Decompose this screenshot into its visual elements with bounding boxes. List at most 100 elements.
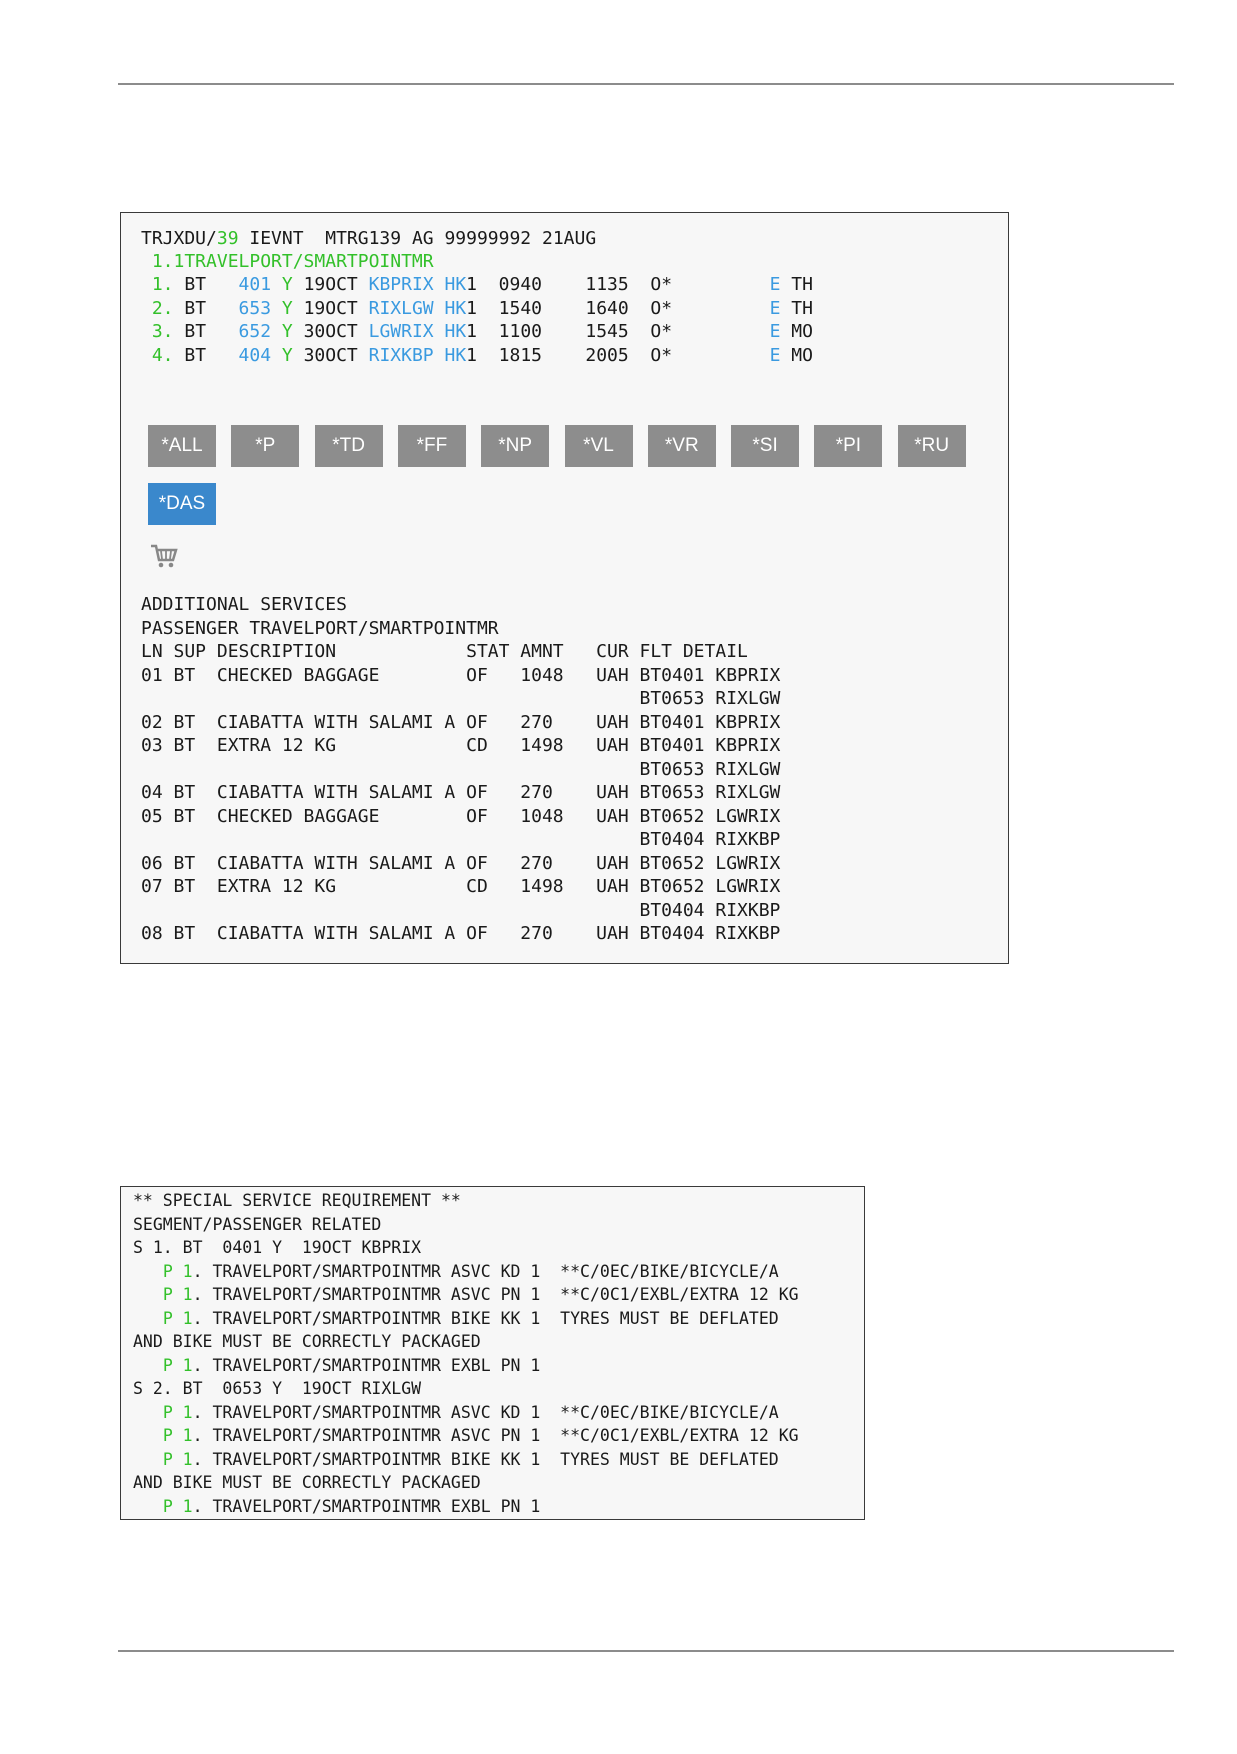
services-line: 01 BT CHECKED BAGGAGE OF 1048 UAH BT0401…: [141, 664, 781, 686]
command-button-all[interactable]: *ALL: [148, 425, 216, 467]
shopping-cart-icon[interactable]: [149, 541, 179, 571]
command-button-ru[interactable]: *RU: [897, 425, 966, 467]
segment-times: 0940 1135 O*: [477, 274, 673, 295]
segment-flight: 653: [227, 297, 272, 319]
segment-carrier: BT: [173, 344, 228, 366]
segment-status: HK: [433, 344, 467, 366]
command-button-ff[interactable]: *FF: [397, 425, 466, 467]
segment-row: 1. BT 401 Y 19OCT KBPRIX HK1 0940 1135 O…: [141, 273, 813, 296]
command-button-pi[interactable]: *PI: [814, 425, 883, 467]
ssr-passenger-ref: P 1: [162, 1355, 193, 1375]
segment-quantity: 1: [466, 321, 477, 342]
ssr-line: P 1. TRAVELPORT/SMARTPOINTMR ASVC PN 1 *…: [133, 1283, 799, 1306]
segment-class: Y: [271, 321, 293, 342]
pnr-header-rest: IEVNT MTRG139 AG 99999992 21AUG: [238, 228, 597, 249]
segment-route: RIXLGW: [357, 297, 434, 319]
ssr-line: AND BIKE MUST BE CORRECTLY PACKAGED: [133, 1471, 481, 1494]
segment-day: MO: [780, 344, 813, 366]
ssr-text: S 1. BT 0401 Y 19OCT KBPRIX: [133, 1238, 422, 1257]
top-divider: [118, 83, 1174, 85]
segment-day: MO: [780, 321, 813, 342]
segment-row: 2. BT 653 Y 19OCT RIXLGW HK1 1540 1640 O…: [141, 297, 813, 320]
segment-flight: 404: [227, 344, 272, 366]
ssr-line: P 1. TRAVELPORT/SMARTPOINTMR EXBL PN 1: [133, 1495, 541, 1518]
segment-route: KBPRIX: [357, 274, 434, 295]
ssr-line: P 1. TRAVELPORT/SMARTPOINTMR EXBL PN 1: [133, 1354, 541, 1377]
services-line: BT0404 RIXKBP: [141, 829, 781, 850]
segment-e-ticket: E: [672, 321, 781, 342]
segment-date: 19OCT: [292, 274, 358, 295]
ssr-indent: [133, 1285, 163, 1304]
services-line: LN SUP DESCRIPTION STAT AMNT CUR FLT DET…: [141, 641, 748, 662]
bottom-divider: [118, 1650, 1174, 1652]
ssr-indent: [133, 1450, 163, 1469]
segment-e-ticket: E: [672, 344, 781, 366]
command-button-vl[interactable]: *VL: [564, 425, 633, 467]
segment-number: 1.: [141, 274, 174, 295]
services-line: BT0653 RIXLGW: [141, 758, 781, 780]
segment-times: 1815 2005 O*: [477, 344, 673, 366]
ssr-text: . TRAVELPORT/SMARTPOINTMR BIKE KK 1 TYRE…: [192, 1449, 779, 1469]
command-button-si[interactable]: *SI: [731, 425, 800, 467]
segment-e-ticket: E: [672, 274, 781, 295]
ssr-text: SEGMENT/PASSENGER RELATED: [133, 1214, 382, 1234]
segment-number: 3.: [141, 321, 174, 342]
segment-times: 1540 1640 O*: [477, 297, 673, 319]
ssr-terminal-window: ** SPECIAL SERVICE REQUIREMENT ** SEGMENT…: [120, 1186, 865, 1520]
services-line: 05 BT CHECKED BAGGAGE OF 1048 UAH BT0652…: [141, 805, 781, 827]
command-button-np[interactable]: *NP: [481, 425, 550, 467]
ssr-line: P 1. TRAVELPORT/SMARTPOINTMR ASVC KD 1 *…: [133, 1260, 779, 1283]
segment-status: HK: [433, 297, 467, 319]
segment-times: 1100 1545 O*: [477, 321, 673, 342]
services-line: PASSENGER TRAVELPORT/SMARTPOINTMR: [141, 617, 499, 639]
services-line: 07 BT EXTRA 12 KG CD 1498 UAH BT0652 LGW…: [141, 876, 781, 897]
segment-row: 3. BT 652 Y 30OCT LGWRIX HK1 1100 1545 O…: [141, 320, 813, 343]
ssr-line: P 1. TRAVELPORT/SMARTPOINTMR BIKE KK 1 T…: [133, 1307, 779, 1330]
ssr-indent: [133, 1262, 163, 1281]
segment-route: LGWRIX: [357, 321, 434, 342]
command-button-td[interactable]: *TD: [314, 425, 383, 467]
ssr-passenger-ref: P 1: [162, 1261, 193, 1281]
ssr-text: . TRAVELPORT/SMARTPOINTMR EXBL PN 1: [192, 1355, 541, 1375]
ssr-line: ** SPECIAL SERVICE REQUIREMENT **: [133, 1189, 461, 1212]
ssr-passenger-ref: P 1: [162, 1285, 193, 1304]
segment-route: RIXKBP: [357, 344, 434, 366]
segment-day: TH: [780, 274, 813, 295]
ssr-passenger-ref: P 1: [162, 1402, 193, 1422]
ssr-text: . TRAVELPORT/SMARTPOINTMR BIKE KK 1 TYRE…: [192, 1308, 779, 1328]
ssr-indent: [133, 1356, 163, 1375]
segment-quantity: 1: [466, 274, 477, 295]
services-line: BT0653 RIXLGW: [141, 688, 781, 709]
segment-date: 19OCT: [292, 297, 358, 319]
ssr-line: AND BIKE MUST BE CORRECTLY PACKAGED: [133, 1330, 481, 1353]
segment-status: HK: [433, 321, 467, 342]
segment-carrier: BT: [173, 321, 228, 342]
segment-flight: 401: [227, 274, 272, 295]
ssr-text: AND BIKE MUST BE CORRECTLY PACKAGED: [133, 1332, 481, 1351]
services-line: ADDITIONAL SERVICES: [141, 594, 347, 615]
command-button-vr[interactable]: *VR: [647, 425, 716, 467]
segment-number: 4.: [141, 344, 174, 366]
passenger-name: 1.1TRAVELPORT/SMARTPOINTMR: [141, 251, 434, 272]
ssr-line: S 2. BT 0653 Y 19OCT RIXLGW: [133, 1377, 421, 1400]
ssr-line: P 1. TRAVELPORT/SMARTPOINTMR ASVC PN 1 *…: [133, 1424, 799, 1447]
ssr-line: P 1. TRAVELPORT/SMARTPOINTMR BIKE KK 1 T…: [133, 1448, 779, 1471]
services-line: BT0404 RIXKBP: [141, 899, 781, 921]
segment-flight: 652: [227, 321, 272, 342]
das-button[interactable]: *DAS: [148, 483, 216, 525]
ssr-line: S 1. BT 0401 Y 19OCT KBPRIX: [133, 1236, 421, 1259]
ssr-text: S 2. BT 0653 Y 19OCT RIXLGW: [133, 1379, 422, 1398]
ssr-line: P 1. TRAVELPORT/SMARTPOINTMR ASVC KD 1 *…: [133, 1401, 779, 1424]
services-line: 04 BT CIABATTA WITH SALAMI A OF 270 UAH …: [141, 782, 781, 803]
ssr-indent: [133, 1426, 163, 1445]
ssr-text: . TRAVELPORT/SMARTPOINTMR ASVC KD 1 **C/…: [192, 1402, 779, 1422]
ssr-line: SEGMENT/PASSENGER RELATED: [133, 1213, 381, 1236]
segment-row: 4. BT 404 Y 30OCT RIXKBP HK1 1815 2005 O…: [141, 344, 813, 367]
pnr-locator: TRJXDU/: [141, 228, 217, 249]
ssr-passenger-ref: P 1: [162, 1496, 193, 1516]
ssr-text: ** SPECIAL SERVICE REQUIREMENT **: [133, 1191, 461, 1210]
ssr-passenger-ref: P 1: [162, 1449, 193, 1469]
command-button-p[interactable]: *P: [231, 425, 300, 467]
ssr-indent: [133, 1309, 163, 1328]
ssr-passenger-ref: P 1: [162, 1426, 193, 1445]
